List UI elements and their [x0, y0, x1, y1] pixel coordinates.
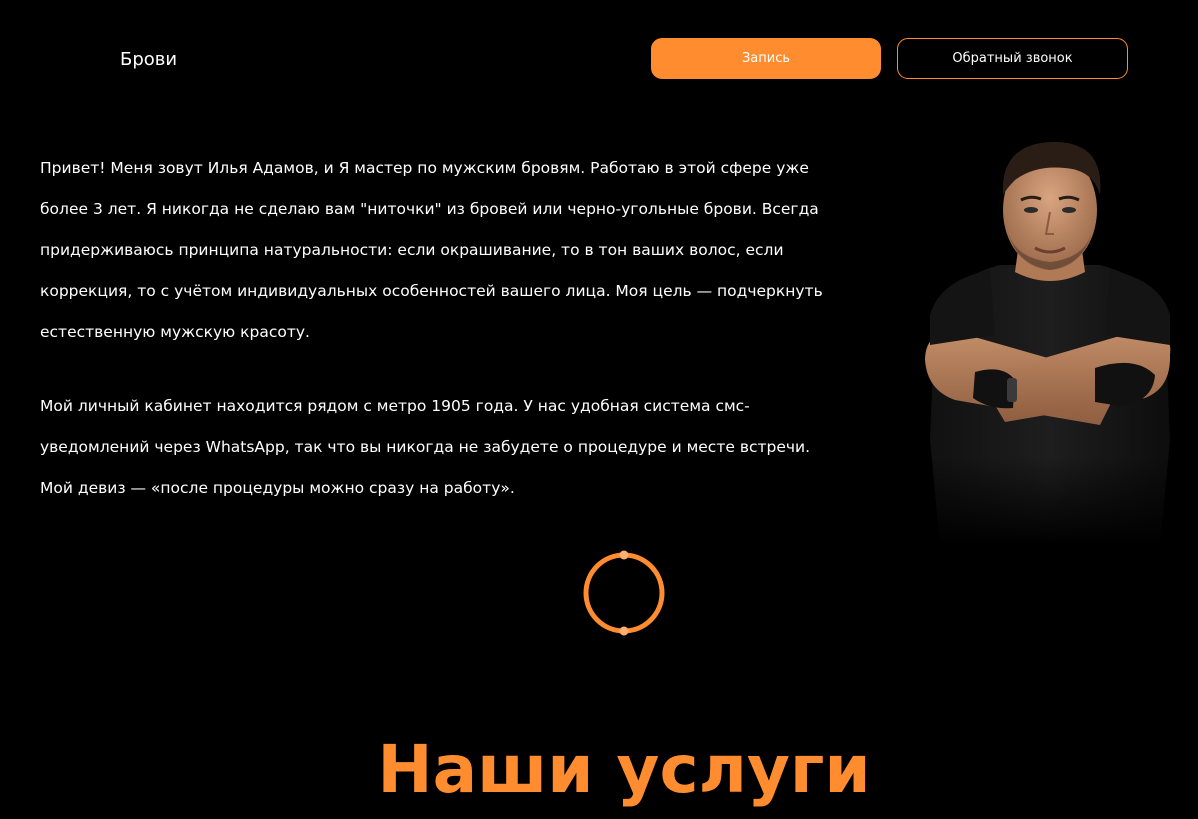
callback-button[interactable]: Обратный звонок [897, 38, 1128, 79]
about-paragraph-location: Мой личный кабинет находится рядом с мет… [40, 397, 811, 497]
master-portrait [915, 140, 1185, 545]
book-appointment-button[interactable]: Запись [651, 38, 881, 79]
loading-ring-icon [583, 550, 665, 636]
nav-link-brows[interactable]: Брови [120, 47, 177, 73]
about-paragraph-intro: Привет! Меня зовут Илья Адамов, и Я маст… [40, 159, 823, 341]
about-text: Привет! Меня зовут Илья Адамов, и Я маст… [40, 148, 830, 509]
services-title: Наши услуги [377, 731, 871, 808]
